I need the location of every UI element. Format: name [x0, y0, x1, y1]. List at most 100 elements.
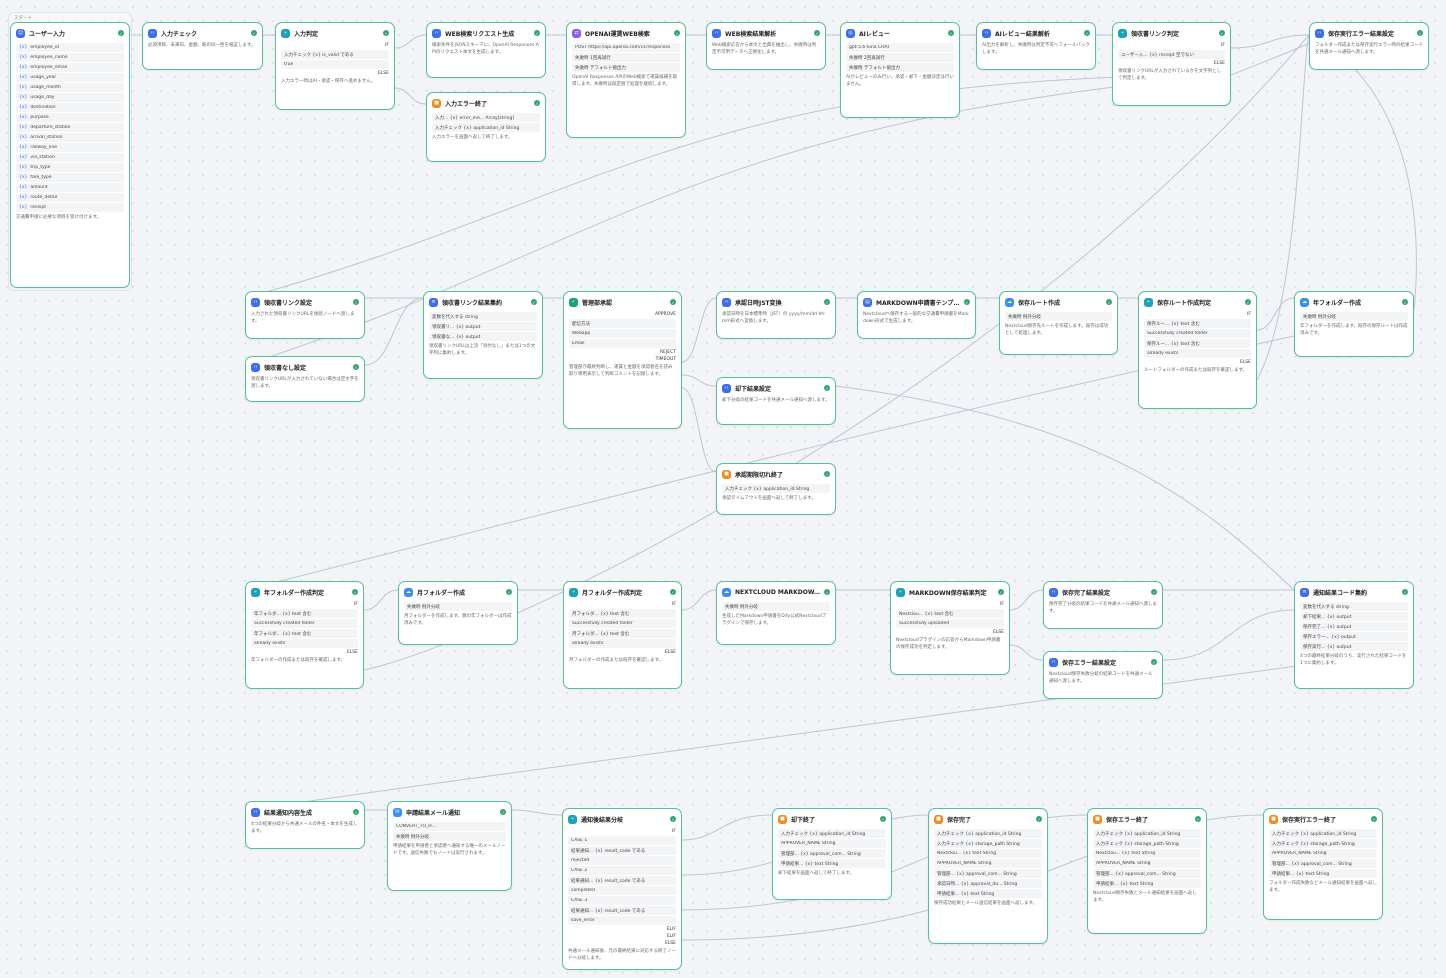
row-text: 失敗時 デフォルト値出力 — [849, 65, 900, 71]
row-text: fare_type — [30, 175, 52, 180]
row-text: 変数を代入する string — [1303, 604, 1349, 610]
input-variable-row: {x} receipt — [16, 203, 124, 212]
code-icon: ‹› — [722, 383, 731, 393]
node-header: ⑂ 領収書リンク判定 ✓ — [1118, 26, 1225, 40]
workflow-node[interactable]: ■ 保存エラー終了 ✓ 入力チェック {x} application_id Strin… — [1087, 808, 1207, 934]
workflow-node[interactable]: ≡ 領収書リンク結果集約 ✓ 変数を代入する string 領収書リ... {x} ou… — [423, 291, 543, 379]
node-row: 入力... {x} error_me... Array[string] — [432, 113, 540, 122]
success-check-icon: ✓ — [534, 100, 540, 106]
node-title: 保存ルート作成判定 — [1157, 299, 1212, 307]
workflow-node[interactable]: ⑂ 月フォルダー作成判定 ✓ IF 月フォルダ... {x} text 含む Succes… — [563, 581, 682, 689]
workflow-node[interactable]: ✉ 申請結果メール通知 ✓ CONVERT_TO_H... 失敗時 例外分岐 申請結果を申… — [387, 801, 512, 891]
variable-icon: {x} — [19, 175, 28, 180]
variable-icon: {x} — [19, 145, 28, 150]
workflow-node[interactable]: ☺ ユーザー入力 ✓ {x} employee_id {x} employee_name {x… — [10, 22, 130, 288]
workflow-node[interactable]: ≡ 通知結果コード集約 ✓ 変数を代入する string 却下結果... {x} out… — [1294, 581, 1414, 689]
row-text: 申請結果... {x} text String — [937, 891, 995, 897]
workflow-node[interactable]: ‹› 却下結果設定 ✓ 却下分岐の結果コードを共通メール通知へ渡します。 — [716, 377, 836, 425]
workflow-node[interactable]: ☁ 保存ルート作成 ✓ 失敗時 例外分岐 Nextcloud保存先ルートを作成します。既… — [999, 291, 1118, 355]
workflow-node[interactable]: ‹› WEB検索リクエスト生成 ✓ 検索条件をJSONスキーマに、OpenAI Res… — [426, 22, 546, 78]
workflow-node[interactable]: ⇄ OPENAI運賃WEB検索 ✓ POST https://api.openai.c… — [566, 22, 686, 138]
variable-icon: {x} — [19, 115, 28, 120]
branch-label: REJECT — [659, 350, 676, 355]
workflow-node[interactable]: ‹› 保存エラー結果設定 ✓ Nextcloud保存失敗分岐の結果コードを共通メール通… — [1043, 651, 1163, 699]
workflow-node[interactable]: ☁ NEXTCLOUD MARKDOW... ✓ 失敗時 例外分岐 生成したMarkdo… — [716, 581, 836, 645]
node-header: ⑂ 保存ルート作成判定 ✓ — [1144, 295, 1251, 309]
workflow-node[interactable]: ⑂ 年フォルダー作成判定 ✓ IF 年フォルダ... {x} text 含む Succes… — [245, 581, 364, 689]
row-text: 結果通知... {x} result_code である — [571, 878, 646, 884]
node-header: ☁ 保存ルート作成 ✓ — [1005, 295, 1112, 309]
row-text: APPROVER_NAME String — [1096, 861, 1151, 866]
branch-label: IF — [385, 43, 389, 48]
workflow-node[interactable]: ‹› 領収書リンク設定 ✓ 入力された領収書リンクURLを後続ノードへ渡します。 — [245, 291, 365, 339]
row-text: 入力チェック {x} application_id String — [1272, 831, 1357, 837]
code-icon: ‹› — [251, 297, 260, 307]
node-row: 申請結果... {x} text String — [1269, 869, 1377, 878]
workflow-node[interactable]: ‹› AIレビュー結果解析 ✓ AI出力を解析し、失敗時は判定不可へフォールバックしま… — [976, 22, 1096, 70]
node-row: Successfully created folder — [251, 619, 358, 628]
workflow-node[interactable]: ⑂ 保存ルート作成判定 ✓ IF 保存ルー... {x} text 含む Successf… — [1138, 291, 1257, 409]
workflow-node[interactable]: ⑂ 通知後結果分岐 ✓ IF CASE 1 結果通知... {x} result_code… — [562, 808, 682, 970]
node-title: 保存実行エラー終了 — [1282, 816, 1337, 824]
node-description: 検索条件をJSONスキーマに、OpenAI Responses APIのリクエス… — [432, 43, 539, 55]
node-row: CASE 1 — [568, 836, 676, 845]
workflow-node[interactable]: ■ 承認期限切れ終了 ✓ 入力チェック {x} application_id Stri… — [716, 463, 836, 515]
workflow-node[interactable]: ◎ AIレビュー ✓ gpt-5.6-luna CHAT 失敗時 2回再試行 失敗時 デフ… — [840, 22, 960, 118]
cloud-icon: ☁ — [722, 587, 731, 597]
workflow-node[interactable]: ⑂ 領収書リンク判定 ✓ IF ユーザー入... {x} receipt 空でない ELS… — [1112, 22, 1231, 106]
workflow-node[interactable]: ☁ 月フォルダー作成 ✓ 失敗時 例外分岐 月フォルダーを作成します。親の年フォルダーは… — [398, 581, 518, 645]
success-check-icon: ✓ — [824, 299, 830, 305]
node-row: rejected — [568, 856, 676, 865]
success-check-icon: ✓ — [1402, 589, 1408, 595]
workflow-node[interactable]: ■ 入力エラー終了 ✓ 入力... {x} error_me... Array[str… — [426, 92, 546, 162]
workflow-node[interactable]: ■ 保存完了 ✓ 入力チェック {x} application_id String 入力… — [928, 808, 1048, 944]
node-title: 却下結果設定 — [735, 385, 772, 393]
workflow-canvas[interactable]: スタート ☺ ユーザー入力 ✓ {x} employee_id {x} employee_n… — [0, 0, 1446, 978]
api-icon: ⇄ — [572, 28, 581, 38]
row-text: trip_type — [30, 165, 51, 170]
workflow-node[interactable]: ‹› 領収書なし設定 ✓ 領収書リンクURLが入力されていない場合は空文字を渡します。 — [245, 356, 365, 402]
workflow-node[interactable]: ✓ 管理部承認 ✓ APPROVE 配信方法 Webapp Email REJECT TIMEO… — [563, 291, 682, 429]
row-text: Successfully created folder — [572, 621, 633, 626]
workflow-node[interactable]: ‹› 入力チェック ✓ 必須項目、未来日、金額、駅の同一性を検証します。 — [142, 22, 263, 70]
node-row: 変数を代入する string — [1300, 602, 1408, 611]
node-row: 配信方法 — [569, 319, 676, 328]
node-row: 入力チェック {x} application_id String — [1269, 829, 1377, 838]
node-description: 入力された領収書リンクURLを後続ノードへ渡します。 — [251, 312, 355, 324]
workflow-node[interactable]: ▤ MARKDOWN申請書テンプ... ✓ Nextcloudへ保存する一般的な交通費… — [857, 291, 976, 339]
row-text: APPROVER_NAME String — [781, 841, 836, 846]
workflow-node[interactable]: ☁ 年フォルダー作成 ✓ 失敗時 例外分岐 年フォルダーを作成します。既存の保存ルートは… — [1294, 291, 1414, 357]
node-description: Nextcloud保存失敗とメール通知結果を画面へ返します。 — [1093, 891, 1197, 903]
node-description: Nextcloud保存失敗分岐の結果コードを共通メール通知へ渡します。 — [1049, 672, 1153, 684]
variable-icon: {x} — [19, 205, 28, 210]
success-check-icon: ✓ — [824, 385, 830, 391]
node-header: ⑂ 月フォルダー作成判定 ✓ — [569, 585, 676, 599]
success-check-icon: ✓ — [506, 589, 512, 595]
success-check-icon: ✓ — [1036, 816, 1042, 822]
workflow-node[interactable]: ⑂ MARKDOWN保存結果判定 ✓ IF Nextclou... {x} text 含… — [890, 581, 1010, 675]
code-icon: ‹› — [432, 28, 441, 38]
row-text: receipt — [30, 205, 47, 210]
workflow-node[interactable]: ‹› 保存実行エラー結果設定 ✓ フォルダー作成または保存実行エラー時の結果コードを共… — [1309, 22, 1429, 70]
input-variable-row: {x} railway_line — [16, 143, 124, 152]
workflow-node[interactable]: ⑂ 入力判定 ✓ IF 入力チェック {x} is_valid である true ELSE 入… — [275, 22, 395, 110]
node-row: POST https://api.openai.com/v1/responses — [572, 43, 680, 52]
node-row: APPROVER_NAME String — [1093, 859, 1201, 868]
row-text: departure_station — [30, 125, 71, 130]
variable-icon: {x} — [19, 65, 28, 70]
success-check-icon: ✓ — [998, 589, 1004, 595]
variable-icon: {x} — [19, 55, 28, 60]
row-text: Successfully created folder — [254, 621, 315, 626]
cloud-icon: ☁ — [404, 587, 413, 597]
node-row: 管理部... {x} approval_com... String — [778, 849, 886, 858]
node-row: 入力チェック {x} is_valid である — [281, 50, 389, 59]
row-text: 月フォルダ... {x} text 含む — [572, 631, 630, 637]
workflow-node[interactable]: ‹› 結果通知内容生成 ✓ 4つの結果分岐から共通メールの件名・本文を生成します。 — [245, 801, 365, 849]
workflow-node[interactable]: ■ 却下終了 ✓ 入力チェック {x} application_id String AP… — [772, 808, 892, 900]
workflow-node[interactable]: ‹› WEB検索結果解析 ✓ Web検索応答から本文と出典を抽出し、失敗時は判定不可用… — [706, 22, 826, 70]
workflow-node[interactable]: ‹› 保存完了結果設定 ✓ 保存完了分岐の結果コードを共通メール通知へ渡します。 — [1043, 581, 1163, 629]
workflow-node[interactable]: ‹› 承認日時JST変換 ✓ 承認日時を日本標準時（JST）の yyyy/mm/dd … — [716, 291, 836, 339]
workflow-node[interactable]: ■ 保存実行エラー終了 ✓ 入力チェック {x} application_id Str… — [1263, 808, 1383, 920]
row-text: 入力チェック {x} storage_path String — [937, 841, 1020, 847]
node-header: ☁ 年フォルダー作成 ✓ — [1300, 295, 1408, 309]
